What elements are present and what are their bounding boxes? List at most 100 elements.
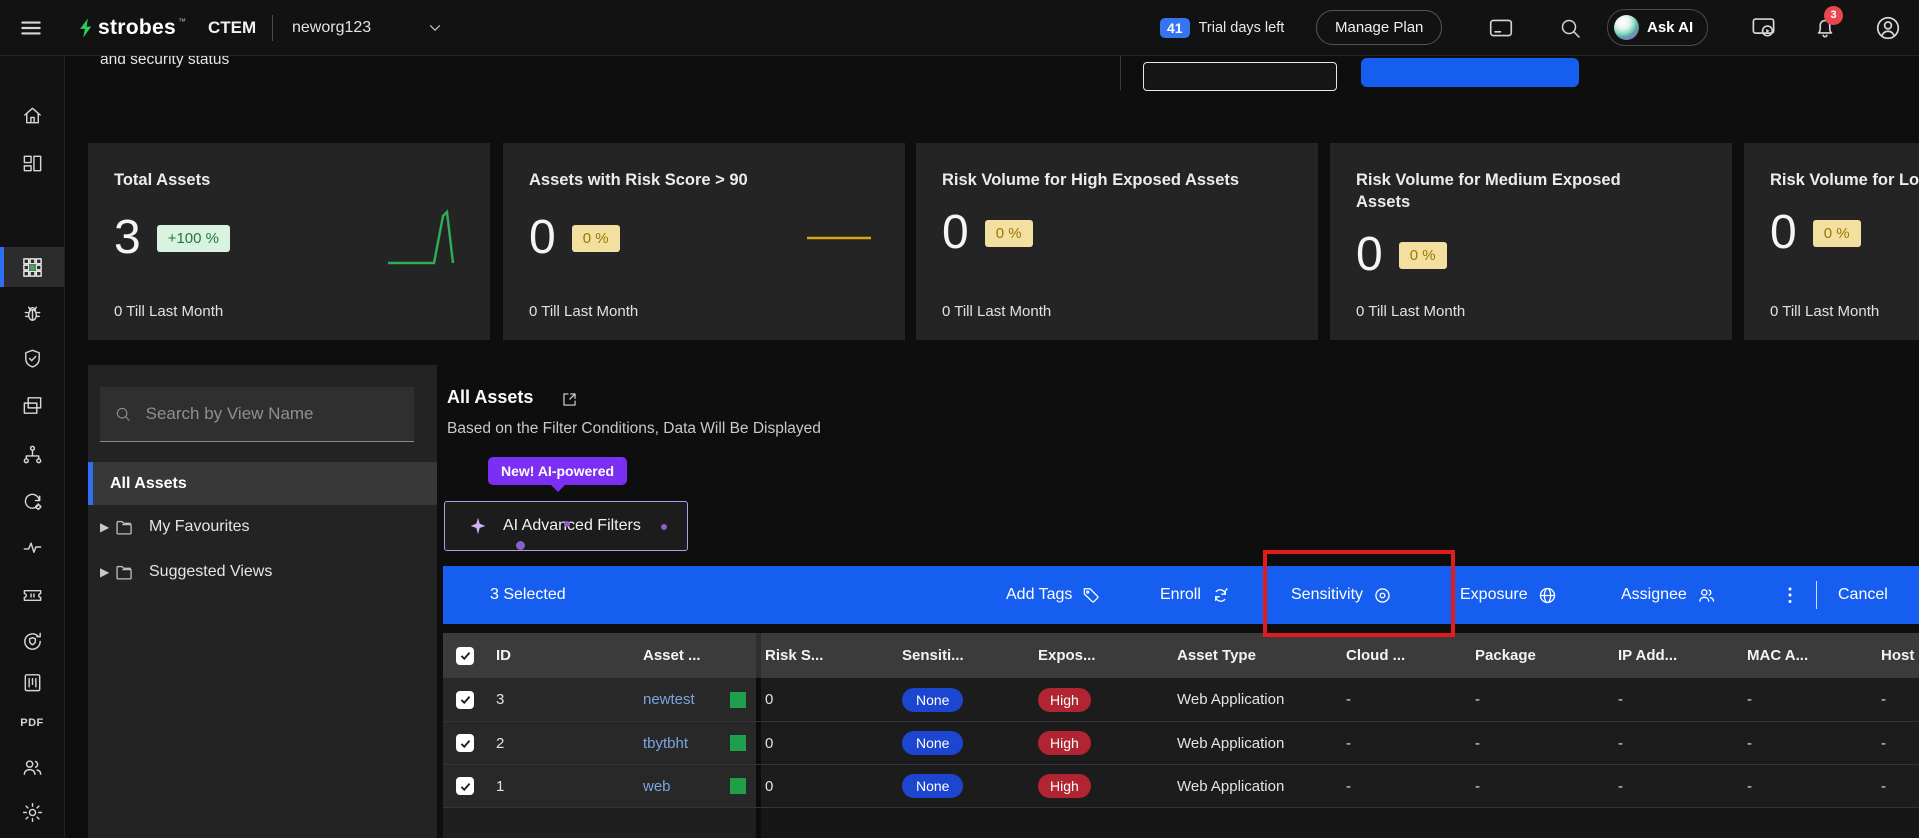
card-title: Risk Volume for Medium Exposed Assets — [1356, 171, 1621, 211]
sidebar-automation-sync-icon[interactable] — [0, 481, 64, 521]
sidebar-shield-sync-icon[interactable] — [0, 621, 64, 661]
col-header-mac[interactable]: MAC A... — [1747, 633, 1808, 678]
sensitivity-action[interactable]: Sensitivity — [1291, 566, 1393, 624]
sidebar-pdf-icon[interactable]: PDF — [0, 703, 64, 743]
col-header-cloud[interactable]: Cloud ... — [1346, 633, 1405, 678]
sync-icon — [1214, 587, 1228, 602]
sidebar-dashboard-icon[interactable] — [0, 143, 64, 183]
view-item-suggested-views[interactable]: ▶ Suggested Views — [88, 550, 437, 594]
sidebar-report-board-icon[interactable] — [0, 662, 64, 702]
sidebar-hierarchy-icon[interactable] — [0, 434, 64, 474]
row-checkbox[interactable] — [456, 690, 474, 709]
col-header-ip[interactable]: IP Add... — [1618, 633, 1677, 678]
cut-off-primary-button[interactable] — [1361, 58, 1579, 87]
view-item-all-assets[interactable]: All Assets — [88, 462, 437, 505]
notifications-bell-icon[interactable]: 3 — [1812, 0, 1843, 55]
left-icon-sidebar: PDF — [0, 55, 65, 838]
sidebar-users-icon[interactable] — [0, 747, 64, 787]
col-header-risk[interactable]: Risk S... — [765, 633, 823, 678]
asset-link[interactable]: tbytbht — [643, 722, 688, 764]
sensitivity-pill: None — [902, 731, 964, 755]
cell-package: - — [1475, 734, 1480, 752]
assignee-action[interactable]: Assignee — [1621, 566, 1717, 624]
sidebar-vulnerabilities-bug-icon[interactable] — [0, 293, 64, 333]
billing-icon[interactable] — [1488, 0, 1514, 55]
col-header-sensitivity[interactable]: Sensiti... — [902, 633, 964, 678]
table-row[interactable]: 3 newtest 0 None High Web Application - … — [443, 678, 1919, 722]
col-header-exposure[interactable]: Expos... — [1038, 633, 1096, 678]
asset-link[interactable]: web — [643, 765, 671, 807]
cell-mac: - — [1747, 691, 1752, 708]
stat-card-total-assets: Total Assets 3 +100 % 0 Till Last Month — [88, 143, 490, 340]
sidebar-shield-check-icon[interactable] — [0, 338, 64, 378]
cell-cloud: - — [1346, 777, 1351, 795]
view-search-input[interactable] — [143, 403, 400, 425]
sensitivity-pill: None — [902, 687, 964, 712]
folder-icon — [116, 520, 132, 535]
sidebar-windows-icon[interactable] — [0, 385, 64, 425]
strobes-logo[interactable]: strobes ™ — [76, 0, 186, 55]
tag-icon — [1084, 588, 1099, 603]
divider — [1816, 581, 1817, 609]
demo-video-icon[interactable] — [1750, 0, 1777, 55]
stat-card-risk-score-90: Assets with Risk Score > 90 0 0 % 0 Till… — [503, 143, 905, 340]
exposure-pill: High — [1038, 731, 1091, 755]
cell-id: 3 — [496, 691, 505, 708]
card-value: 0 — [1356, 228, 1383, 281]
cell-host: - — [1881, 777, 1886, 795]
card-value: 0 — [942, 206, 969, 259]
more-actions-kebab-icon[interactable]: ⋮ — [1781, 566, 1799, 624]
col-header-host[interactable]: Host — [1881, 633, 1914, 678]
sparkle-dot — [516, 541, 525, 550]
cell-risk: 0 — [765, 691, 774, 708]
sidebar-settings-gear-icon[interactable] — [0, 792, 64, 832]
col-header-asset[interactable]: Asset ... — [643, 633, 701, 678]
hamburger-menu-icon[interactable] — [18, 0, 44, 55]
col-header-asset-type[interactable]: Asset Type — [1177, 633, 1256, 678]
enroll-action[interactable]: Enroll — [1160, 566, 1231, 624]
users-icon — [1699, 588, 1714, 602]
sidebar-activity-pulse-icon[interactable] — [0, 527, 64, 567]
col-header-id[interactable]: ID — [496, 633, 511, 678]
stat-card-medium-exposed: Risk Volume for Medium Exposed Assets 0 … — [1330, 143, 1732, 340]
exposure-pill: High — [1038, 687, 1091, 712]
cell-mac: - — [1747, 777, 1752, 795]
row-checkbox[interactable] — [456, 734, 474, 752]
card-value: 0 — [1770, 206, 1797, 259]
table-row[interactable]: 1 web 0 None High Web Application - - - … — [443, 765, 1919, 808]
trial-days-label: Trial days left — [1198, 19, 1285, 36]
sidebar-assets-icon[interactable] — [0, 247, 64, 287]
select-all-checkbox[interactable] — [456, 646, 474, 665]
view-item-my-favourites[interactable]: ▶ My Favourites — [88, 505, 437, 549]
manage-plan-button[interactable]: Manage Plan — [1316, 0, 1443, 55]
col-header-package[interactable]: Package — [1475, 633, 1536, 678]
card-trend-badge: +100 % — [156, 224, 230, 252]
view-search[interactable] — [100, 387, 414, 442]
ask-ai-button[interactable]: Ask AI — [1607, 0, 1709, 55]
card-footer: 0 Till Last Month — [942, 303, 1052, 320]
org-selector[interactable]: neworg123 — [292, 0, 371, 55]
search-icon[interactable] — [1558, 0, 1582, 55]
sidebar-ticket-icon[interactable] — [0, 575, 64, 615]
card-value: 0 — [529, 211, 556, 264]
divider — [272, 14, 273, 41]
card-title: Risk Volume for Low Exposed Assets — [1770, 171, 1919, 189]
card-footer: 0 Till Last Month — [1356, 303, 1466, 320]
bulk-selection-bar: 3 Selected Add Tags Enroll Sensitivity E… — [443, 566, 1919, 624]
card-title: Risk Volume for High Exposed Assets — [942, 171, 1240, 189]
chevron-down-icon[interactable] — [426, 0, 444, 55]
exposure-action[interactable]: Exposure — [1460, 566, 1558, 624]
top-navbar: strobes ™ CTEM neworg123 41 Trial days le… — [0, 0, 1919, 56]
cell-cloud: - — [1346, 691, 1351, 708]
product-name: CTEM — [208, 17, 257, 37]
card-trend-badge: 0 % — [1812, 219, 1861, 247]
row-checkbox[interactable] — [456, 777, 474, 795]
asset-link[interactable]: newtest — [643, 678, 695, 721]
sidebar-home-icon[interactable] — [0, 95, 64, 135]
table-row[interactable]: 2 tbytbht 0 None High Web Application - … — [443, 722, 1919, 765]
profile-avatar-icon[interactable] — [1874, 0, 1902, 55]
cut-off-outline-button[interactable] — [1143, 62, 1337, 91]
expand-icon[interactable] — [560, 390, 579, 409]
cancel-selection-button[interactable]: Cancel — [1838, 566, 1888, 624]
add-tags-action[interactable]: Add Tags — [1006, 566, 1101, 624]
